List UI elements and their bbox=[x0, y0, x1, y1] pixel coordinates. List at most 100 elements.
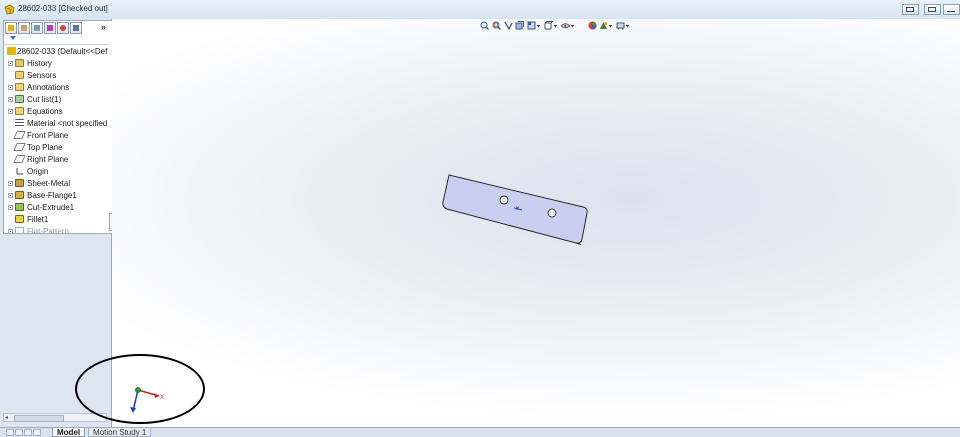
title-bar: 28602-033 [Checked out] bbox=[0, 0, 960, 20]
sheet-metal-icon bbox=[15, 179, 24, 187]
part-icon bbox=[7, 47, 16, 55]
hide-show-items-icon[interactable] bbox=[561, 21, 570, 30]
origin-icon bbox=[16, 168, 23, 175]
tree-item-label: Flat-Pattern bbox=[27, 227, 69, 234]
next-tab-icon[interactable] bbox=[24, 429, 32, 436]
expand-toggle[interactable] bbox=[8, 229, 13, 234]
tree-item-label: Front Plane bbox=[27, 131, 69, 140]
scrollbar-thumb[interactable] bbox=[14, 415, 64, 422]
base-flange-icon bbox=[15, 191, 24, 199]
edit-appearance-icon[interactable] bbox=[588, 21, 597, 30]
tree-item-label: Material <not specified bbox=[27, 119, 108, 128]
configuration-manager-icon bbox=[34, 25, 40, 31]
equations-icon bbox=[15, 107, 24, 115]
tree-item-label: Sheet-Metal bbox=[27, 179, 71, 188]
property-manager-icon bbox=[21, 25, 27, 31]
material-icon bbox=[15, 119, 24, 127]
tree-item-cut-extrude[interactable]: Cut-Extrude1 bbox=[5, 202, 111, 213]
tree-item-label: Annotations bbox=[27, 83, 70, 92]
display-style-icon[interactable] bbox=[544, 21, 553, 30]
apply-scene-icon[interactable] bbox=[599, 21, 608, 30]
previous-tab-icon[interactable] bbox=[15, 429, 23, 436]
minimize-button[interactable] bbox=[943, 4, 960, 15]
tree-item-equations[interactable]: Equations bbox=[5, 106, 111, 117]
tree-item-label: Cut-Extrude1 bbox=[27, 203, 75, 212]
first-tab-icon[interactable] bbox=[6, 429, 14, 436]
section-view-icon[interactable] bbox=[515, 21, 524, 30]
tree-item-right-plane[interactable]: Right Plane bbox=[5, 154, 111, 165]
dropdown-arrow-icon[interactable] bbox=[570, 21, 575, 30]
display-manager-tab[interactable] bbox=[57, 22, 69, 34]
tree-item-label: Base-Flange1 bbox=[27, 191, 77, 200]
property-manager-tab[interactable] bbox=[18, 22, 30, 34]
expand-toggle[interactable] bbox=[8, 181, 13, 186]
expand-toggle[interactable] bbox=[8, 205, 13, 210]
mounting-hole[interactable] bbox=[547, 208, 557, 218]
sheet-metal-part[interactable] bbox=[438, 169, 592, 249]
dimxpert-tab[interactable] bbox=[44, 22, 56, 34]
tree-root-label: 28602-033 (Default<<Def bbox=[17, 47, 108, 56]
tree-filter[interactable] bbox=[4, 35, 110, 45]
cam-icon bbox=[73, 25, 79, 31]
expand-toggle[interactable] bbox=[8, 85, 13, 90]
part-face[interactable] bbox=[442, 174, 588, 244]
plane-icon bbox=[13, 143, 26, 151]
minimize-icon bbox=[947, 11, 955, 12]
cam-tab[interactable] bbox=[70, 22, 82, 34]
zoom-to-fit-icon[interactable] bbox=[480, 21, 489, 30]
flat-pattern-icon bbox=[15, 227, 24, 234]
dropdown-arrow-icon[interactable] bbox=[608, 21, 613, 30]
cut-extrude-icon bbox=[15, 203, 24, 211]
expand-toggle[interactable] bbox=[8, 61, 13, 66]
zoom-to-area-icon[interactable] bbox=[492, 21, 501, 30]
annotations-icon bbox=[15, 83, 24, 91]
tree-item-material[interactable]: Material <not specified bbox=[5, 118, 111, 129]
scroll-left-icon[interactable]: ◂ bbox=[5, 414, 8, 421]
plane-icon bbox=[13, 131, 26, 139]
dropdown-arrow-icon[interactable] bbox=[625, 21, 630, 30]
tree-item-top-plane[interactable]: Top Plane bbox=[5, 142, 111, 153]
tree-item-label: Origin bbox=[27, 167, 49, 176]
tree-item-label: Top Plane bbox=[27, 143, 63, 152]
tree-item-label: Cut list(1) bbox=[27, 95, 62, 104]
mounting-hole[interactable] bbox=[499, 195, 509, 205]
configuration-manager-tab[interactable] bbox=[31, 22, 43, 34]
dropdown-arrow-icon[interactable] bbox=[536, 21, 541, 30]
tree-item-label: Sensors bbox=[27, 71, 57, 80]
horizontal-scrollbar[interactable]: ◂ bbox=[3, 413, 107, 422]
expand-toggle[interactable] bbox=[8, 193, 13, 198]
graphics-area[interactable]: X bbox=[112, 19, 960, 427]
history-icon bbox=[15, 59, 24, 67]
restore-button[interactable] bbox=[902, 4, 919, 15]
view-orientation-icon[interactable] bbox=[527, 21, 536, 30]
feature-manager-icon bbox=[8, 25, 14, 31]
maximize-button[interactable] bbox=[924, 4, 941, 15]
dropdown-arrow-icon[interactable] bbox=[553, 21, 558, 30]
cut-list-icon bbox=[15, 95, 24, 103]
last-tab-icon[interactable] bbox=[33, 429, 41, 436]
expand-toggle[interactable] bbox=[8, 97, 13, 102]
tree-item-cut-list[interactable]: Cut list(1) bbox=[5, 94, 111, 105]
fillet-icon bbox=[15, 215, 24, 223]
tree-item-sensors[interactable]: Sensors bbox=[5, 70, 111, 81]
plane-icon bbox=[13, 155, 26, 163]
annotation-circle bbox=[75, 354, 205, 424]
feature-manager-tab[interactable] bbox=[5, 22, 17, 34]
previous-view-icon[interactable] bbox=[504, 21, 513, 30]
view-settings-icon[interactable] bbox=[616, 21, 625, 30]
more-tabs-button[interactable]: » bbox=[101, 22, 106, 32]
tree-item-history[interactable]: History bbox=[5, 58, 111, 69]
filter-icon bbox=[10, 36, 16, 40]
tree-item-origin[interactable]: Origin bbox=[5, 166, 111, 177]
feature-manager-tree: » 28602-033 (Default<<Def History Sensor… bbox=[3, 20, 113, 234]
tree-item-flat-pattern[interactable]: Flat-Pattern bbox=[5, 226, 111, 234]
tree-item-sheet-metal[interactable]: Sheet-Metal bbox=[5, 178, 111, 189]
restore-icon bbox=[906, 7, 914, 12]
tree-item-fillet[interactable]: Fillet1 bbox=[5, 214, 111, 225]
expand-toggle[interactable] bbox=[8, 109, 13, 114]
tree-root-part[interactable]: 28602-033 (Default<<Def bbox=[5, 46, 111, 57]
tree-item-base-flange[interactable]: Base-Flange1 bbox=[5, 190, 111, 201]
tree-item-annotations[interactable]: Annotations bbox=[5, 82, 111, 93]
tree-item-front-plane[interactable]: Front Plane bbox=[5, 130, 111, 141]
dimxpert-icon bbox=[47, 25, 53, 31]
